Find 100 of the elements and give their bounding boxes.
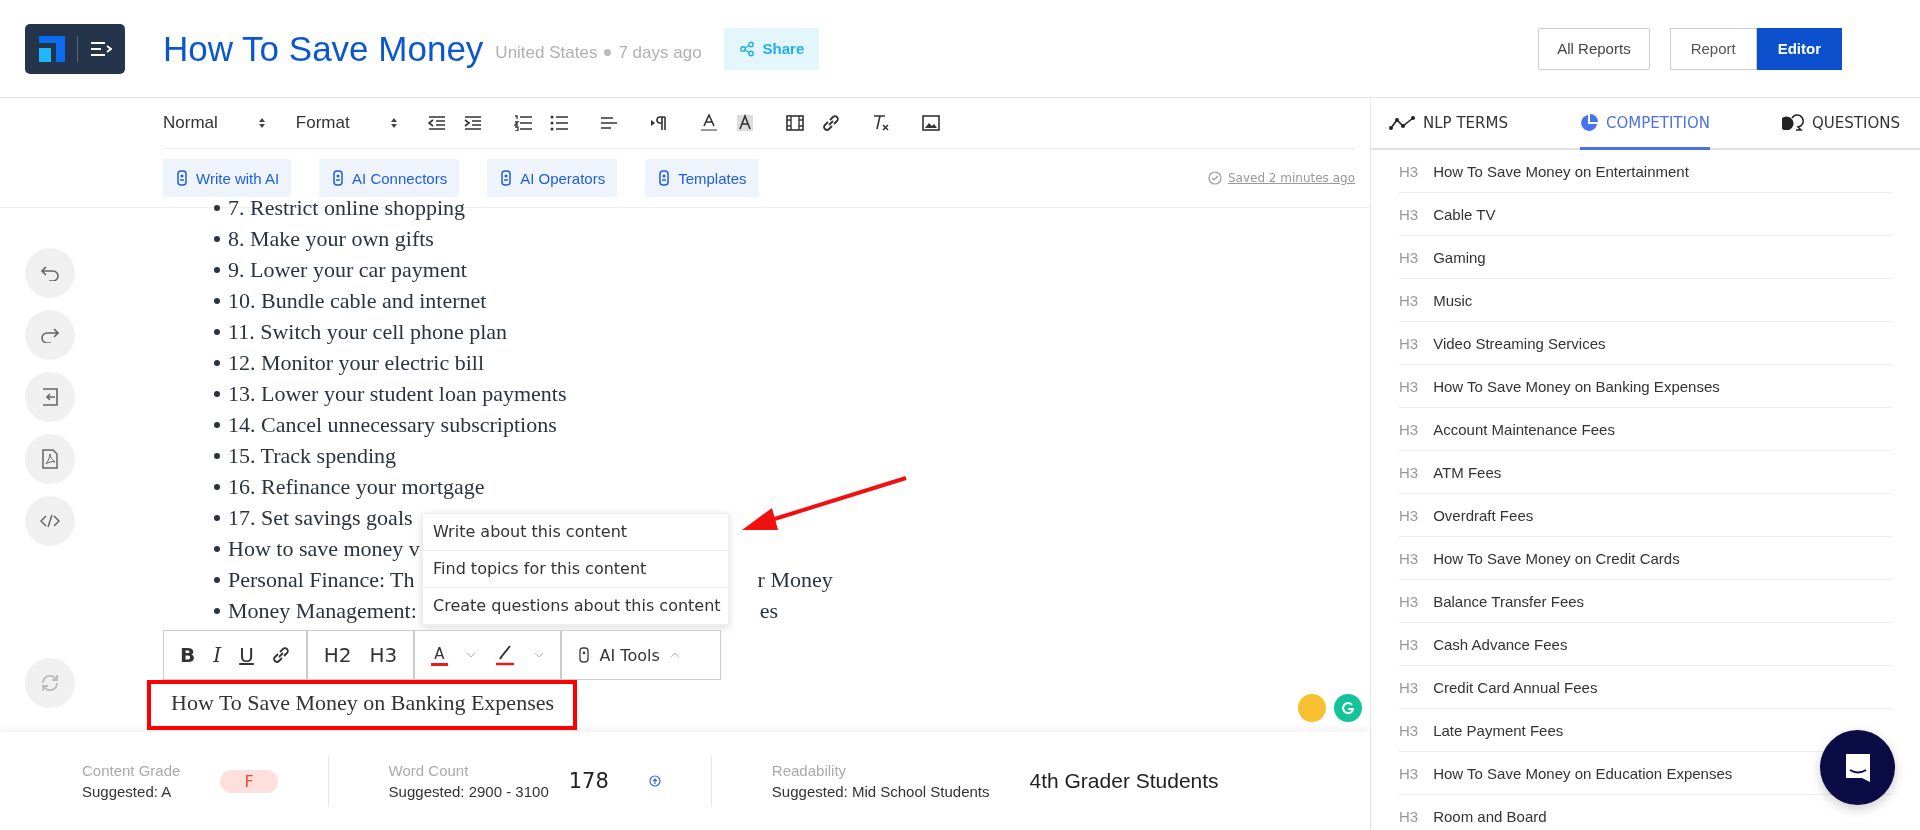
italic-button[interactable]: I xyxy=(213,643,222,667)
ai-action-button[interactable]: AI Connectors xyxy=(319,159,460,197)
competitor-heading[interactable]: Account Maintenance Fees xyxy=(1433,420,1615,438)
chat-button[interactable] xyxy=(1820,730,1895,805)
competitor-heading[interactable]: How To Save Money on Education Expenses xyxy=(1433,764,1733,782)
heading-level-tag: H3 xyxy=(1399,162,1419,180)
heading-2-button[interactable]: H2 xyxy=(323,643,352,667)
chevron-down-icon xyxy=(465,652,476,658)
text-color-icon[interactable] xyxy=(699,114,718,132)
list-item-text: 7. Restrict online shopping xyxy=(228,194,466,222)
redo-button[interactable] xyxy=(25,310,75,360)
ai-tools-button[interactable]: AI Tools xyxy=(599,645,660,665)
list-item-text: Personal Finance: Th xyxy=(228,566,415,594)
competitor-heading[interactable]: Video Streaming Services xyxy=(1433,334,1606,352)
arrow-up-circle-icon[interactable] xyxy=(648,775,661,787)
panel-tab[interactable]: COMPETITION xyxy=(1580,98,1710,150)
app-logo[interactable] xyxy=(25,23,125,74)
list-item-text: 17. Set savings goals xyxy=(228,504,413,532)
competitor-heading[interactable]: Overdraft Fees xyxy=(1433,506,1534,524)
view-toggle[interactable]: Editor xyxy=(1756,27,1842,70)
highlight-color-icon[interactable] xyxy=(735,114,754,132)
format-select[interactable]: Format xyxy=(295,113,398,133)
sort-arrows-icon xyxy=(389,117,398,129)
list-item-text: r Money xyxy=(757,566,833,594)
clear-formatting-icon[interactable] xyxy=(871,114,890,132)
menu-item[interactable]: Find topics for this content xyxy=(423,551,728,588)
underline-button[interactable]: U xyxy=(239,643,254,667)
list-item-text: 9. Lower your car payment xyxy=(228,256,467,284)
competitor-heading[interactable]: ATM Fees xyxy=(1433,463,1502,481)
panel-tab[interactable]: NLP TERMS xyxy=(1389,98,1508,150)
list-item-text: es xyxy=(759,597,779,625)
list-item-text: 8. Make your own gifts xyxy=(228,225,434,253)
block-style-select[interactable]: Normal xyxy=(163,113,266,133)
outdent-icon[interactable] xyxy=(427,115,446,131)
heading-level-tag: H3 xyxy=(1399,420,1419,438)
pie-chart-icon xyxy=(1580,113,1598,132)
competitor-heading[interactable]: Music xyxy=(1433,291,1473,309)
robot-icon xyxy=(499,170,514,186)
heading-level-tag: H3 xyxy=(1399,205,1419,223)
undo-button[interactable] xyxy=(25,248,75,298)
bold-button[interactable]: B xyxy=(180,643,196,667)
bullet-icon xyxy=(214,235,220,242)
list-item-text: 10. Bundle cable and internet xyxy=(228,287,487,315)
saved-status: Saved 2 minutes ago xyxy=(1227,171,1355,185)
menu-item[interactable]: Create questions about this content xyxy=(423,588,728,625)
pdf-icon xyxy=(42,449,58,469)
paragraph-direction-icon[interactable] xyxy=(649,115,668,131)
age-label: 7 days ago xyxy=(618,42,702,63)
view-toggle[interactable]: Report xyxy=(1669,27,1757,70)
heading-level-tag: H3 xyxy=(1399,463,1419,481)
all-reports-button[interactable]: All Reports xyxy=(1538,27,1650,70)
text-color-button[interactable]: A xyxy=(431,644,448,666)
image-icon[interactable] xyxy=(921,115,940,131)
list-item-text: 14. Cancel unnecessary subscriptions xyxy=(228,411,557,439)
bullet-icon xyxy=(214,359,220,366)
line-chart-icon xyxy=(1389,115,1415,130)
ai-action-button[interactable]: AI Operators xyxy=(487,159,618,197)
competitor-heading[interactable]: Gaming xyxy=(1433,248,1486,266)
document-title: How To Save Money xyxy=(163,28,484,69)
pdf-export-button[interactable] xyxy=(25,434,75,484)
heading-level-tag: H3 xyxy=(1399,592,1419,610)
ai-action-button[interactable]: Write with AI xyxy=(163,159,292,197)
selected-heading[interactable]: How To Save Money on Banking Expenses xyxy=(147,680,577,730)
align-left-icon[interactable] xyxy=(599,116,618,130)
menu-item[interactable]: Write about this content xyxy=(423,514,728,551)
bullet-icon xyxy=(214,390,220,397)
import-button[interactable] xyxy=(25,372,75,422)
panel-tab[interactable]: QUESTIONS xyxy=(1782,98,1900,150)
heading-3-button[interactable]: H3 xyxy=(369,643,398,667)
bullet-icon xyxy=(214,297,220,304)
numbered-list-icon[interactable] xyxy=(513,115,532,131)
indent-icon[interactable] xyxy=(463,115,482,131)
metric-suggestion: Suggested: A xyxy=(82,783,173,800)
link-icon[interactable] xyxy=(821,114,840,132)
word-count-value: 178 xyxy=(568,769,609,793)
bulleted-list-icon[interactable] xyxy=(549,115,568,131)
link-icon[interactable] xyxy=(271,646,290,664)
ai-action-button[interactable]: Templates xyxy=(645,159,759,197)
competitor-heading[interactable]: Balance Transfer Fees xyxy=(1433,592,1585,610)
chevron-up-icon xyxy=(669,652,680,658)
competitor-heading[interactable]: Credit Card Annual Fees xyxy=(1433,678,1598,696)
competitor-heading[interactable]: Cable TV xyxy=(1433,205,1496,223)
sort-arrows-icon xyxy=(257,117,266,129)
list-item-text: 12. Monitor your electric bill xyxy=(228,349,484,377)
speech-bubbles-icon xyxy=(1782,113,1805,132)
competitor-heading[interactable]: How To Save Money on Entertainment xyxy=(1433,162,1689,180)
video-icon[interactable] xyxy=(785,115,804,131)
check-circle-icon xyxy=(1207,171,1222,185)
import-icon xyxy=(41,388,59,406)
share-icon xyxy=(738,40,755,57)
metric-label: Word Count xyxy=(388,762,470,779)
heading-level-tag: H3 xyxy=(1399,248,1419,266)
competitor-heading[interactable]: Room and Board xyxy=(1433,807,1547,825)
competitor-heading[interactable]: How To Save Money on Credit Cards xyxy=(1433,549,1680,567)
code-icon xyxy=(40,514,60,528)
competitor-heading[interactable]: Cash Advance Fees xyxy=(1433,635,1568,653)
competitor-heading[interactable]: How To Save Money on Banking Expenses xyxy=(1433,377,1720,395)
brush-icon[interactable] xyxy=(493,644,516,666)
competitor-heading[interactable]: Late Payment Fees xyxy=(1433,721,1564,739)
grade-badge: F xyxy=(220,769,278,793)
